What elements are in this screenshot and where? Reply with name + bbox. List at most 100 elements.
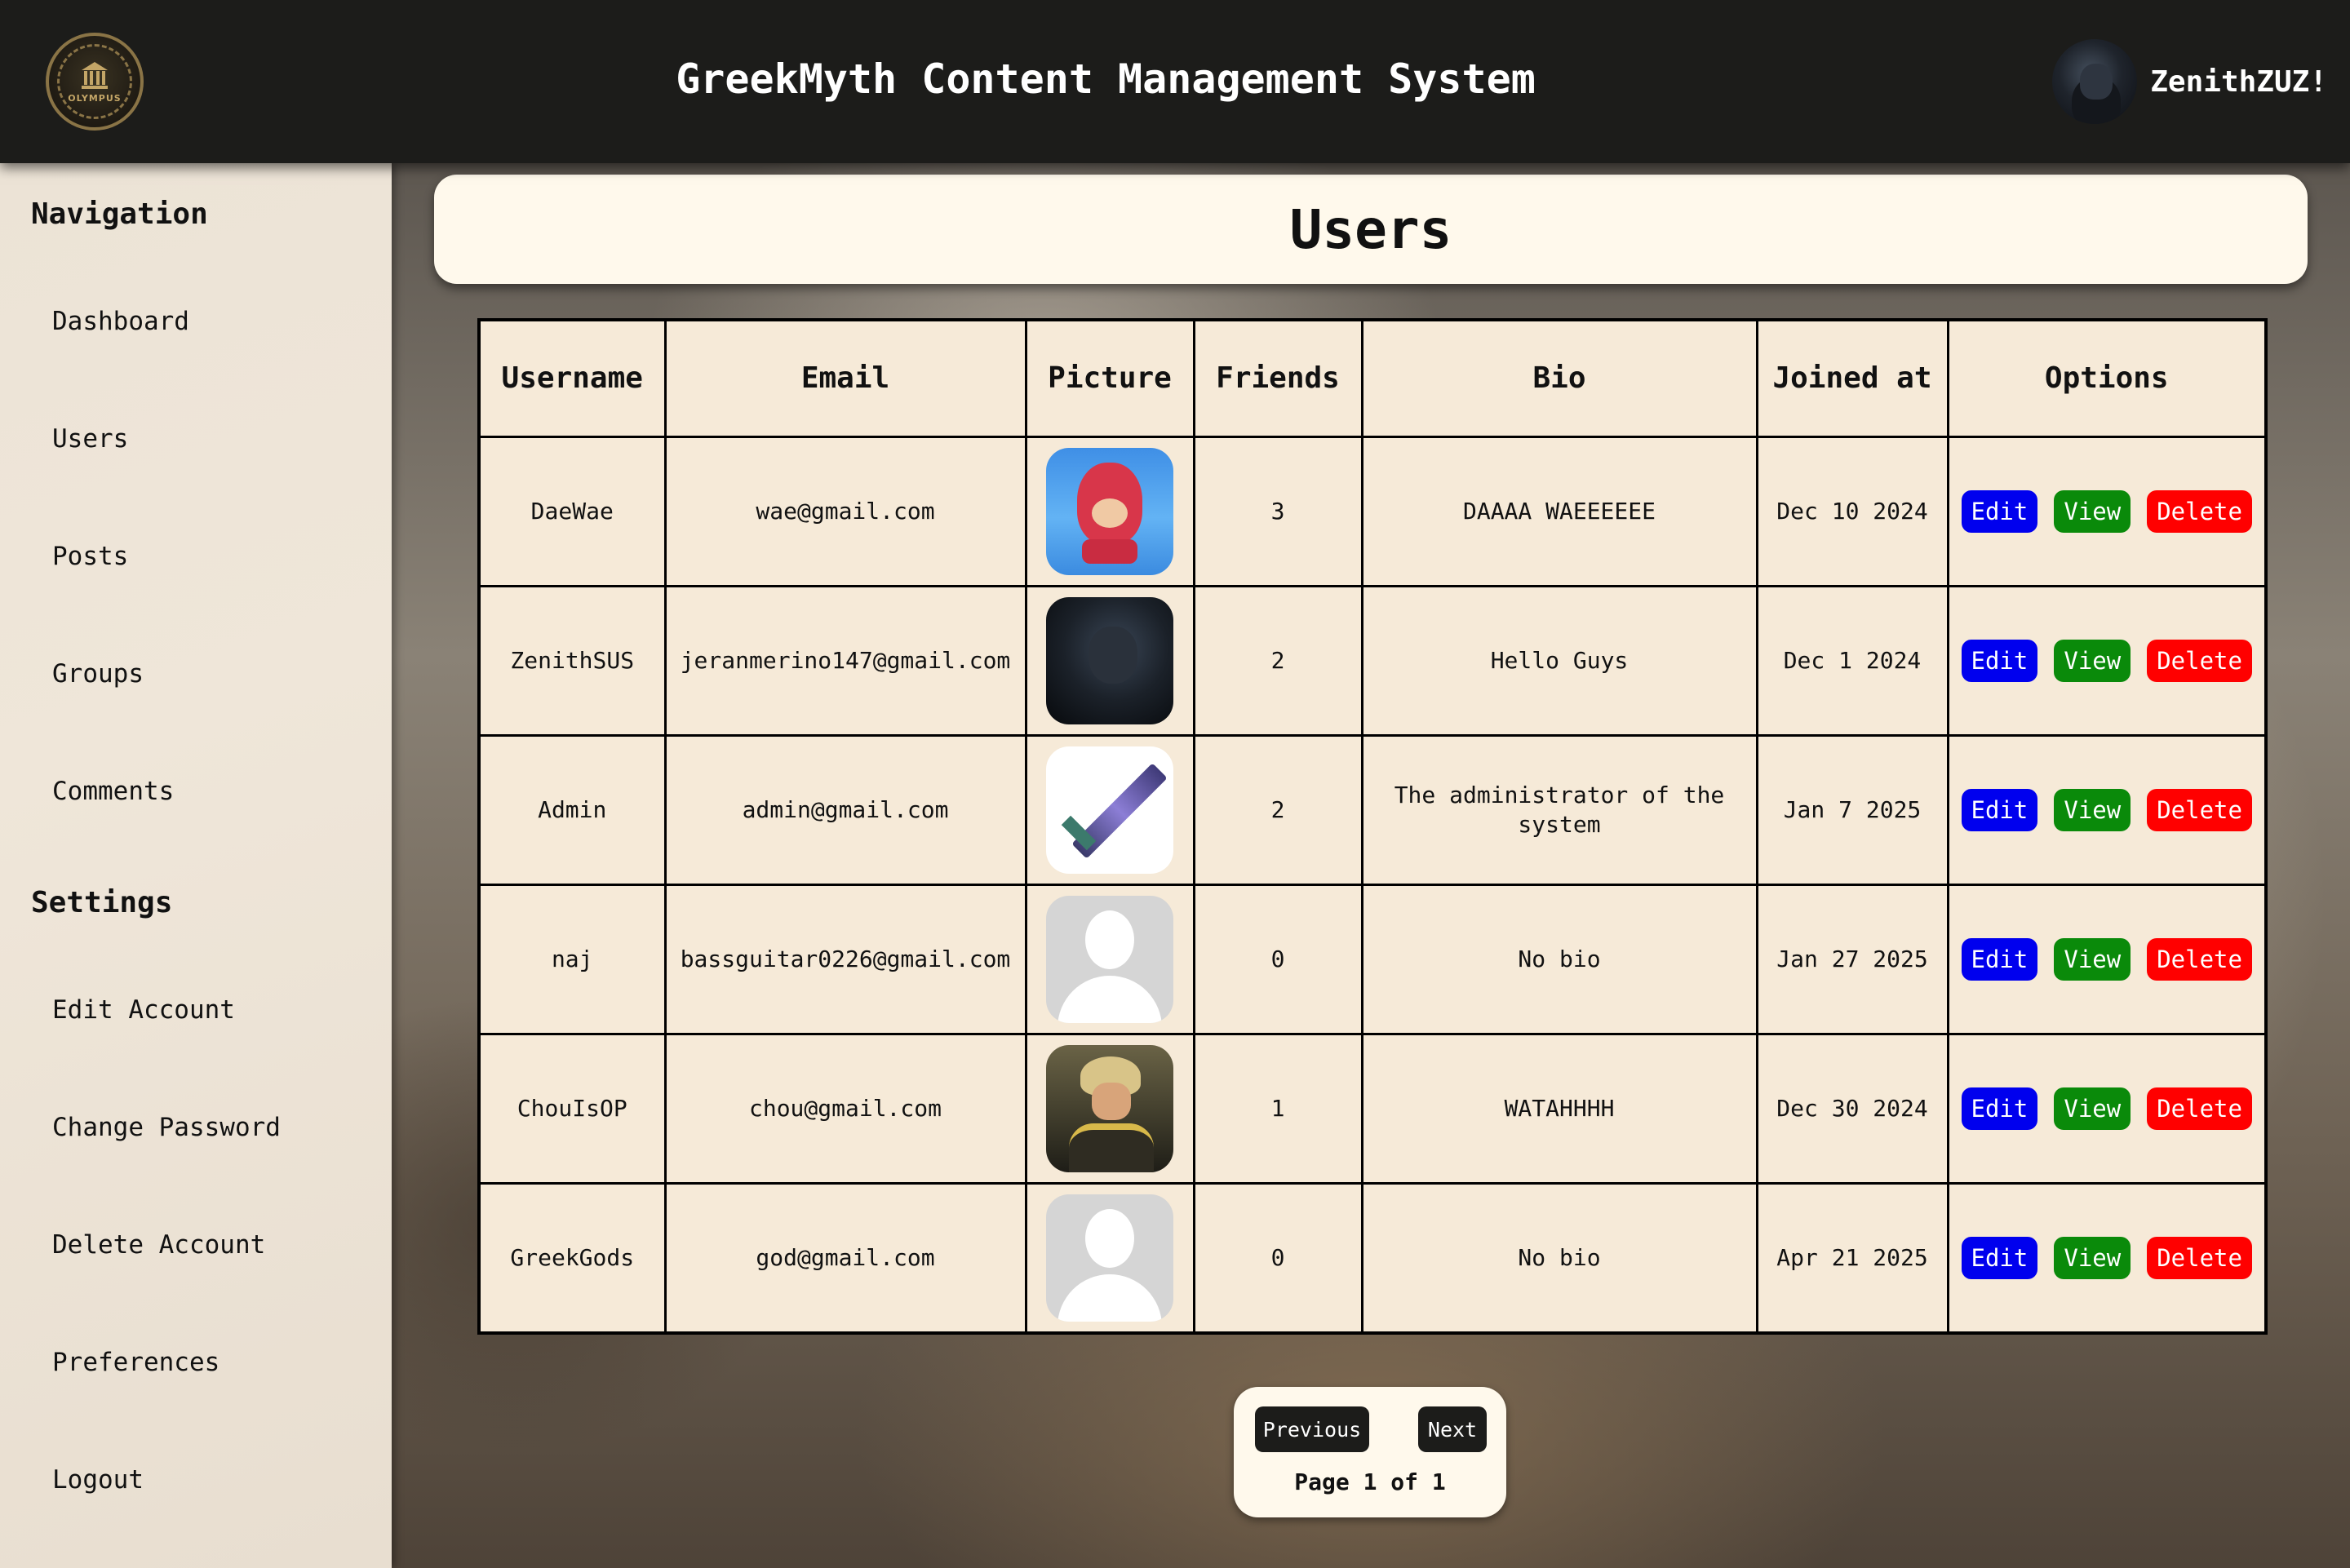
edit-button[interactable]: Edit <box>1961 1087 2038 1130</box>
edit-button[interactable]: Edit <box>1961 490 2038 533</box>
view-button[interactable]: View <box>2054 938 2131 981</box>
cell-picture <box>1024 1182 1195 1335</box>
username-label[interactable]: ZenithZUZ! <box>2150 65 2327 99</box>
view-button[interactable]: View <box>2054 789 2131 831</box>
cell-joined: Jan 27 2025 <box>1755 884 1949 1035</box>
page-title: Users <box>1289 197 1452 261</box>
sidebar-item-delete-account[interactable]: Delete Account <box>52 1230 265 1260</box>
cell-bio: WATAHHHH <box>1360 1033 1758 1185</box>
sidebar-item-edit-account[interactable]: Edit Account <box>52 995 235 1025</box>
cell-username: DaeWae <box>477 436 667 587</box>
cell-email: admin@gmail.com <box>663 734 1027 886</box>
edit-button[interactable]: Edit <box>1961 1237 2038 1279</box>
cell-friends: 2 <box>1192 585 1363 737</box>
cell-joined: Jan 7 2025 <box>1755 734 1949 886</box>
cell-friends: 1 <box>1192 1033 1363 1185</box>
cell-picture <box>1024 1033 1195 1185</box>
cell-options: Edit View Delete <box>1946 585 2268 737</box>
cell-picture <box>1024 436 1195 587</box>
cell-picture <box>1024 585 1195 737</box>
cell-joined: Dec 1 2024 <box>1755 585 1949 737</box>
delete-button[interactable]: Delete <box>2147 1087 2252 1130</box>
cell-email: bassguitar0226@gmail.com <box>663 884 1027 1035</box>
table-row: DaeWae wae@gmail.com 3 DAAAA WAEEEEEE De… <box>477 436 2268 587</box>
edit-button[interactable]: Edit <box>1961 789 2038 831</box>
cell-friends: 0 <box>1192 884 1363 1035</box>
nav-heading: Navigation <box>31 197 208 231</box>
cell-options: Edit View Delete <box>1946 1033 2268 1185</box>
sidebar-item-posts[interactable]: Posts <box>52 542 128 571</box>
app-title: GreekMyth Content Management System <box>676 55 1536 103</box>
cell-bio: The administrator of the system <box>1360 734 1758 886</box>
column-header-picture: Picture <box>1024 318 1195 438</box>
table-row: ChouIsOP chou@gmail.com 1 WATAHHHH Dec 3… <box>477 1033 2268 1185</box>
view-button[interactable]: View <box>2054 640 2131 682</box>
delete-button[interactable]: Delete <box>2147 640 2252 682</box>
top-header: OLYMPUS GreekMyth Content Management Sys… <box>0 0 2350 163</box>
table-row: Admin admin@gmail.com 2 The administrato… <box>477 734 2268 886</box>
cell-options: Edit View Delete <box>1946 436 2268 587</box>
cell-username: GreekGods <box>477 1182 667 1335</box>
cell-options: Edit View Delete <box>1946 884 2268 1035</box>
sidebar-item-preferences[interactable]: Preferences <box>52 1348 219 1377</box>
previous-page-button[interactable]: Previous <box>1255 1406 1369 1452</box>
sidebar-item-dashboard[interactable]: Dashboard <box>52 307 189 336</box>
sidebar-item-change-password[interactable]: Change Password <box>52 1113 281 1142</box>
pagination: Previous Next Page 1 of 1 <box>1234 1387 1506 1517</box>
cell-username: naj <box>477 884 667 1035</box>
sidebar: Navigation Dashboard Users Posts Groups … <box>0 163 392 1568</box>
cell-joined: Dec 10 2024 <box>1755 436 1949 587</box>
table-row: GreekGods god@gmail.com 0 No bio Apr 21 … <box>477 1182 2268 1335</box>
sidebar-item-groups[interactable]: Groups <box>52 659 144 689</box>
cell-friends: 2 <box>1192 734 1363 886</box>
page-title-card: Users <box>434 175 2308 284</box>
sidebar-item-users[interactable]: Users <box>52 424 128 454</box>
edit-button[interactable]: Edit <box>1961 938 2038 981</box>
cell-bio: DAAAA WAEEEEEE <box>1360 436 1758 587</box>
cell-bio: Hello Guys <box>1360 585 1758 737</box>
delete-button[interactable]: Delete <box>2147 789 2252 831</box>
cell-friends: 0 <box>1192 1182 1363 1335</box>
default-avatar <box>1046 896 1173 1023</box>
page-indicator: Page 1 of 1 <box>1294 1468 1446 1495</box>
cell-picture <box>1024 884 1195 1035</box>
cell-options: Edit View Delete <box>1946 734 2268 886</box>
hero-avatar <box>1046 1045 1173 1172</box>
column-header-joined: Joined at <box>1755 318 1949 438</box>
column-header-friends: Friends <box>1192 318 1363 438</box>
user-avatar[interactable] <box>2052 39 2138 124</box>
cell-options: Edit View Delete <box>1946 1182 2268 1335</box>
table-row: naj bassguitar0226@gmail.com 0 No bio Ja… <box>477 884 2268 1035</box>
delete-button[interactable]: Delete <box>2147 938 2252 981</box>
cell-username: ZenithSUS <box>477 585 667 737</box>
default-avatar <box>1046 1194 1173 1322</box>
user-menu[interactable]: ZenithZUZ! <box>2052 39 2327 124</box>
settings-heading: Settings <box>31 886 173 919</box>
cell-picture <box>1024 734 1195 886</box>
table-row: ZenithSUS jeranmerino147@gmail.com 2 Hel… <box>477 585 2268 737</box>
cell-email: chou@gmail.com <box>663 1033 1027 1185</box>
edit-button[interactable]: Edit <box>1961 640 2038 682</box>
view-button[interactable]: View <box>2054 490 2131 533</box>
cell-bio: No bio <box>1360 884 1758 1035</box>
pixel-sword-avatar <box>1046 746 1173 874</box>
cell-joined: Apr 21 2025 <box>1755 1182 1949 1335</box>
column-header-bio: Bio <box>1360 318 1758 438</box>
next-page-button[interactable]: Next <box>1418 1406 1487 1452</box>
cell-bio: No bio <box>1360 1182 1758 1335</box>
cell-email: god@gmail.com <box>663 1182 1027 1335</box>
delete-button[interactable]: Delete <box>2147 490 2252 533</box>
cell-joined: Dec 30 2024 <box>1755 1033 1949 1185</box>
sidebar-item-logout[interactable]: Logout <box>52 1465 144 1495</box>
delete-button[interactable]: Delete <box>2147 1237 2252 1279</box>
cell-email: jeranmerino147@gmail.com <box>663 585 1027 737</box>
view-button[interactable]: View <box>2054 1237 2131 1279</box>
cell-friends: 3 <box>1192 436 1363 587</box>
table-header-row: Username Email Picture Friends Bio Joine… <box>477 318 2268 438</box>
column-header-email: Email <box>663 318 1027 438</box>
sidebar-item-comments[interactable]: Comments <box>52 777 174 806</box>
cell-email: wae@gmail.com <box>663 436 1027 587</box>
users-table: Username Email Picture Friends Bio Joine… <box>477 318 2268 1335</box>
view-button[interactable]: View <box>2054 1087 2131 1130</box>
cell-username: Admin <box>477 734 667 886</box>
